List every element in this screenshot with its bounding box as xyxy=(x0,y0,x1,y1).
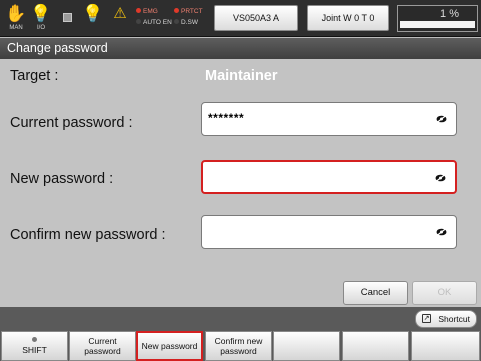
f2-label-line1: Current xyxy=(88,336,117,346)
f3-new-password-key[interactable]: New password xyxy=(136,331,203,361)
new-password-label: New password : xyxy=(10,171,114,187)
f6-key[interactable] xyxy=(342,331,409,361)
status-bar: ✋ MAN 💡 I/O 💡 ⚠ EMG PRTCT AUTO EN D.SW V… xyxy=(0,0,481,37)
page-title: Change password xyxy=(0,38,481,59)
target-value: Maintainer xyxy=(205,68,278,84)
f3-label: New password xyxy=(141,341,198,351)
teach-hand-icon[interactable]: ✋ MAN xyxy=(5,4,27,34)
cancel-button[interactable]: Cancel xyxy=(343,281,408,305)
shortcut-button[interactable]: ↗ Shortcut xyxy=(415,310,477,328)
io-caption: I/O xyxy=(36,25,45,31)
f2-label-line2: password xyxy=(84,346,121,356)
new-password-field[interactable] xyxy=(201,160,457,194)
hide-password-eye-icon[interactable] xyxy=(436,228,447,236)
f5-key[interactable] xyxy=(273,331,340,361)
auto-en-dot-icon xyxy=(136,19,141,24)
current-password-value: ******* xyxy=(208,111,245,125)
auto-en-lamp: AUTO EN xyxy=(136,19,172,27)
current-password-label: Current password : xyxy=(10,115,133,131)
f4-label-line2: password xyxy=(220,346,257,356)
emg-lamp: EMG xyxy=(136,8,158,16)
target-label: Target : xyxy=(10,68,59,84)
shortcut-icon: ↗ xyxy=(422,314,431,323)
hand-mode-caption: MAN xyxy=(9,25,23,31)
robot-select-button[interactable]: VS050A3 A xyxy=(214,5,298,31)
prtct-lamp: PRTCT xyxy=(174,8,203,16)
shift-indicator-icon xyxy=(32,337,37,342)
emg-dot-icon xyxy=(136,8,141,13)
ok-button[interactable]: OK xyxy=(412,281,477,305)
f4-label-line1: Confirm new xyxy=(214,336,263,346)
f4-confirm-password-key[interactable]: Confirm new password xyxy=(205,331,272,361)
confirm-password-label: Confirm new password : xyxy=(10,227,166,243)
prtct-dot-icon xyxy=(174,8,179,13)
f1-label: SHIFT xyxy=(22,345,47,355)
current-password-field[interactable]: ******* xyxy=(201,102,457,136)
warning-wrench-icon[interactable]: ⚠ xyxy=(109,4,131,34)
hide-password-eye-icon[interactable] xyxy=(435,174,446,182)
speed-bar xyxy=(400,21,475,28)
shortcut-label: Shortcut xyxy=(438,314,470,324)
f7-key[interactable] xyxy=(411,331,480,361)
f1-shift-key[interactable]: SHIFT xyxy=(1,331,68,361)
light-bulb-icon[interactable]: 💡 xyxy=(82,4,104,34)
change-password-form: Target : Maintainer Current password : *… xyxy=(0,59,481,307)
dsw-dot-icon xyxy=(174,19,179,24)
speed-indicator[interactable]: 1 % xyxy=(397,5,478,32)
hide-password-eye-icon[interactable] xyxy=(436,115,447,123)
stop-square-icon[interactable] xyxy=(63,13,72,22)
coordinate-select-button[interactable]: Joint W 0 T 0 xyxy=(307,5,389,31)
io-lamp-icon[interactable]: 💡 I/O xyxy=(30,4,52,34)
speed-value: 1 % xyxy=(440,8,459,20)
dsw-lamp: D.SW xyxy=(174,19,198,27)
confirm-password-field[interactable] xyxy=(201,215,457,249)
function-key-bar: ↗ Shortcut SHIFT Current password New pa… xyxy=(0,307,481,361)
f2-current-password-key[interactable]: Current password xyxy=(69,331,136,361)
